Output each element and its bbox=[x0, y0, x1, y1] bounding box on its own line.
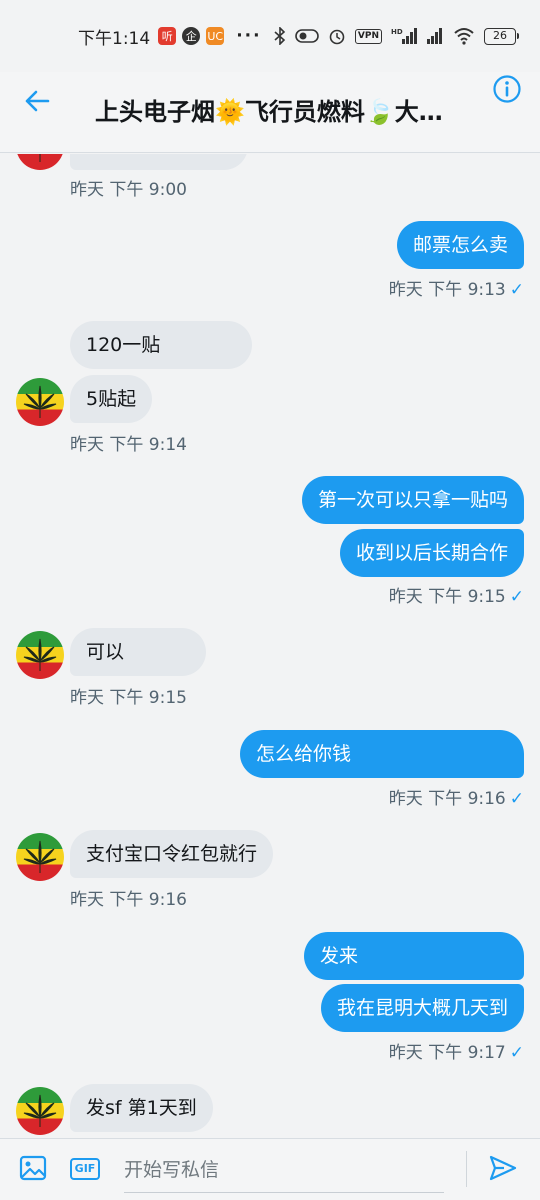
contact-avatar[interactable] bbox=[16, 1087, 64, 1135]
send-button[interactable] bbox=[488, 1153, 518, 1183]
read-check-icon: ✓ bbox=[509, 280, 524, 300]
battery-icon: 26 bbox=[484, 27, 519, 45]
message-timestamp: 昨天 下午 9:16 bbox=[70, 890, 187, 910]
contact-avatar[interactable] bbox=[16, 154, 64, 170]
message-bubble-outgoing[interactable]: 发来 bbox=[304, 932, 524, 980]
wifi-icon bbox=[454, 28, 474, 45]
read-check-icon: ✓ bbox=[509, 587, 524, 607]
message-bubble-incoming[interactable]: 支付宝口令红包就行 bbox=[70, 830, 274, 878]
contact-avatar[interactable] bbox=[16, 631, 64, 679]
listen-app-icon: 听 bbox=[158, 27, 177, 45]
message-bubble-incoming[interactable]: 5贴起 bbox=[70, 375, 153, 423]
status-indicators: VPN HD 26 bbox=[274, 27, 519, 45]
message-bubble-outgoing[interactable]: 邮票怎么卖 bbox=[396, 221, 524, 269]
message-list[interactable]: 昨天 下午 9:00 邮票怎么卖 昨天 下午 9:13 ✓ 120一贴 5贴起 昨… bbox=[0, 154, 540, 1138]
status-time: 下午1:14 bbox=[78, 28, 151, 49]
message-bubble-incoming[interactable]: 120一贴 bbox=[70, 321, 252, 369]
image-icon bbox=[19, 1155, 47, 1181]
message-bubble-outgoing[interactable]: 第一次可以只拿一贴吗 bbox=[301, 476, 524, 524]
cell-signal-2-icon bbox=[427, 28, 442, 44]
message-bubble-incoming[interactable]: 发sf 第1天到 bbox=[70, 1084, 213, 1132]
chat-title[interactable]: 上头电子烟🌞飞行员燃料🍃大… bbox=[95, 92, 475, 127]
chat-header: 上头电子烟🌞飞行员燃料🍃大… bbox=[0, 72, 540, 153]
message-composer: GIF bbox=[0, 1138, 540, 1200]
message-bubble-outgoing[interactable]: 收到以后长期合作 bbox=[339, 529, 524, 577]
bluetooth-icon bbox=[274, 27, 286, 45]
vpn-icon: VPN bbox=[354, 28, 382, 44]
uc-browser-icon: UC bbox=[206, 27, 225, 45]
message-timestamp: 昨天 下午 9:17 ✓ bbox=[388, 1043, 524, 1063]
contact-avatar[interactable] bbox=[16, 833, 64, 881]
toggle-icon bbox=[295, 29, 319, 43]
qq-app-icon: 企 bbox=[182, 27, 201, 45]
read-check-icon: ✓ bbox=[509, 1043, 524, 1063]
more-notifications-icon: ··· bbox=[236, 26, 262, 46]
conversation-info-button[interactable] bbox=[492, 74, 522, 104]
message-bubble-incoming[interactable]: 可以 bbox=[70, 628, 206, 676]
back-arrow-icon bbox=[25, 90, 50, 112]
message-timestamp: 昨天 下午 9:16 ✓ bbox=[388, 789, 524, 809]
send-icon bbox=[489, 1155, 517, 1181]
message-input[interactable] bbox=[124, 1147, 444, 1193]
message-timestamp: 昨天 下午 9:00 bbox=[70, 180, 187, 200]
message-timestamp: 昨天 下午 9:13 ✓ bbox=[388, 280, 524, 300]
alarm-icon bbox=[329, 29, 345, 45]
status-bar: 下午1:14 听 企 UC ··· VPN HD 26 bbox=[0, 0, 540, 72]
message-bubble-incoming[interactable] bbox=[70, 154, 248, 170]
composer-divider bbox=[466, 1151, 467, 1187]
message-timestamp: 昨天 下午 9:14 bbox=[70, 435, 187, 455]
add-image-button[interactable] bbox=[18, 1153, 48, 1183]
cell-signal-icon: HD bbox=[391, 28, 417, 44]
info-icon bbox=[493, 75, 521, 103]
message-bubble-outgoing[interactable]: 怎么给你钱 bbox=[240, 730, 524, 778]
message-bubble-outgoing[interactable]: 我在昆明大概几天到 bbox=[320, 984, 524, 1032]
gif-button[interactable]: GIF bbox=[70, 1158, 100, 1180]
message-timestamp: 昨天 下午 9:15 ✓ bbox=[388, 587, 524, 607]
svg-text:HD: HD bbox=[391, 28, 403, 36]
message-timestamp: 昨天 下午 9:15 bbox=[70, 688, 187, 708]
back-button[interactable] bbox=[22, 86, 52, 116]
read-check-icon: ✓ bbox=[509, 789, 524, 809]
contact-avatar[interactable] bbox=[16, 378, 64, 426]
